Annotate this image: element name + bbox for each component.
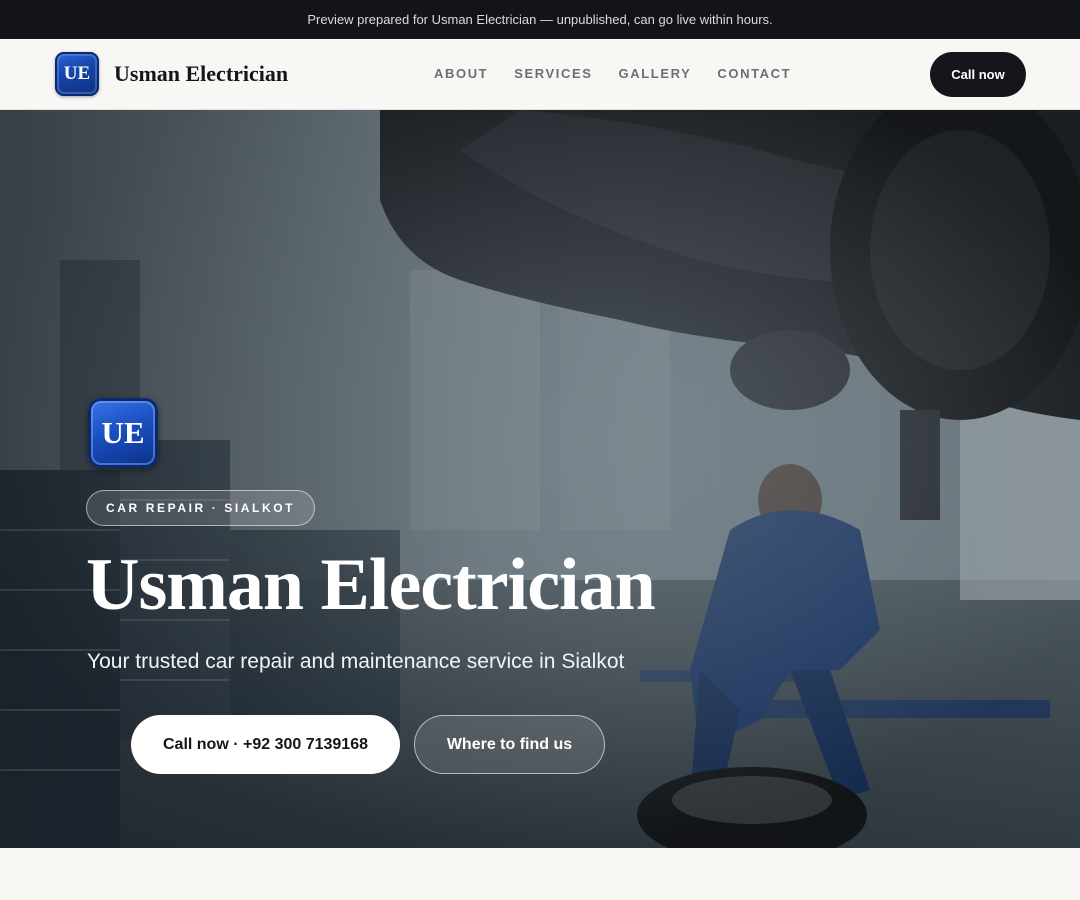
hero-logo-badge: UE [88,398,158,468]
nav-about[interactable]: ABOUT [434,66,488,81]
brand-name[interactable]: Usman Electrician [114,61,288,87]
nav-gallery[interactable]: GALLERY [619,66,692,81]
hero-subtitle: Your trusted car repair and maintenance … [87,650,625,673]
nav-services[interactable]: SERVICES [514,66,592,81]
hero-category-tag: CAR REPAIR · SIALKOT [86,490,316,526]
nav-contact[interactable]: CONTACT [717,66,791,81]
hero-badge-initials: UE [101,415,145,450]
logo-initials: UE [63,63,91,84]
logo-badge[interactable]: UE [55,52,99,96]
hero-title: Usman Electrician [86,544,656,626]
next-section-start [0,848,1080,900]
call-now-button[interactable]: Call now · +92 300 7139168 [131,715,400,774]
site-header: UE Usman Electrician ABOUT SERVICES GALL… [0,39,1080,110]
find-us-button[interactable]: Where to find us [414,715,605,774]
header-call-button[interactable]: Call now [930,52,1026,97]
hero-section: UE CAR REPAIR · SIALKOT Usman Electricia… [0,110,1080,848]
preview-banner: Preview prepared for Usman Electrician —… [0,0,1080,39]
main-nav: ABOUT SERVICES GALLERY CONTACT [434,66,817,81]
preview-banner-text: Preview prepared for Usman Electrician —… [307,12,773,27]
